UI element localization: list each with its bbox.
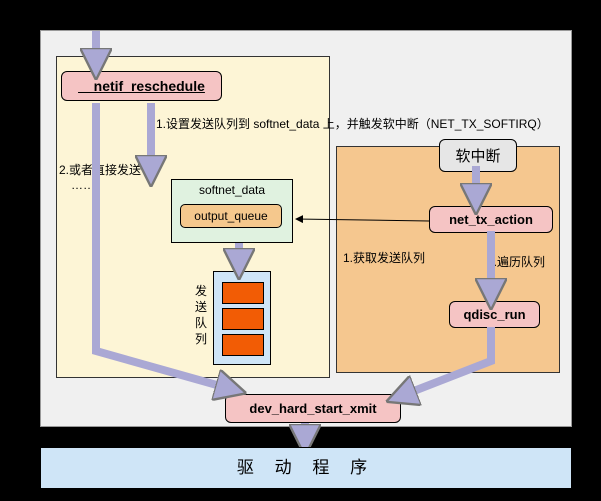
bottom-arrow-layer — [0, 0, 601, 501]
driver-layer: 驱 动 程 序 — [40, 447, 572, 489]
driver-label: 驱 动 程 序 — [237, 458, 375, 477]
